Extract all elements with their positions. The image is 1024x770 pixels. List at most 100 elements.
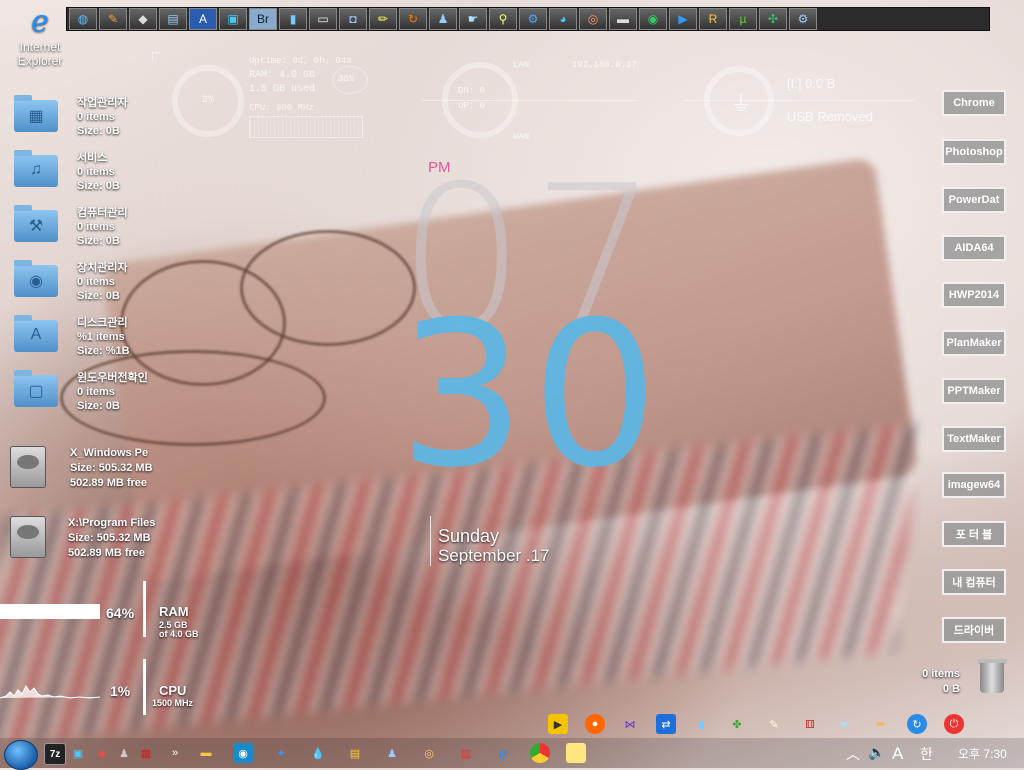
orange-app-icon[interactable]: ● (585, 714, 605, 734)
launch-my-computer-button[interactable]: 내 컴퓨터 (942, 569, 1006, 595)
cpu-label: CPU (159, 683, 187, 698)
folder-info: 윈도우버전확인 0 items Size: 0B (77, 371, 148, 413)
internet-explorer-shortcut[interactable]: e Internet Explorer (12, 4, 68, 68)
folder-icon: A (14, 315, 58, 352)
notes-taskbar-icon[interactable] (566, 743, 586, 763)
cd-icon[interactable]: ◎ (419, 743, 439, 763)
monitor-icon[interactable]: ◘ (339, 8, 367, 30)
capture-app-icon[interactable]: ◉ (233, 743, 253, 763)
pot-player-icon[interactable]: ▶ (548, 714, 568, 734)
ie-taskbar-icon[interactable]: e (493, 743, 513, 763)
clock-date: September .17 (438, 546, 550, 565)
notepad-icon[interactable]: ✎ (764, 714, 784, 734)
pencil-icon[interactable]: ✏ (369, 8, 397, 30)
refresh-icon[interactable]: ↻ (399, 8, 427, 30)
folder-computer-management[interactable]: ⚒ 컴퓨터관리 0 items Size: 0B (14, 205, 214, 254)
globe-icon[interactable]: ◍ (69, 8, 97, 30)
drop-icon[interactable]: 💧 (308, 743, 328, 763)
br-icon[interactable]: Br (249, 8, 277, 30)
settings-pc-icon[interactable]: ⚙ (789, 8, 817, 30)
folder-name: 작업관리자 (77, 97, 128, 109)
hud-bracket-line (152, 52, 153, 60)
bowtie-icon[interactable]: ⋈ (620, 714, 640, 734)
folder-items: 0 items (77, 111, 115, 123)
red-grid-icon[interactable]: ▦ (136, 743, 156, 763)
upload-text: UP: 0 (458, 101, 486, 111)
green-swirl-icon[interactable]: ◉ (639, 8, 667, 30)
recycle-bin[interactable] (976, 657, 1008, 695)
earth-icon[interactable]: ◕ (549, 8, 577, 30)
users-icon[interactable]: ♟ (429, 8, 457, 30)
chrome-taskbar-icon[interactable] (530, 743, 550, 763)
molecule-icon[interactable]: ✤ (727, 714, 747, 734)
app-a-icon[interactable]: A (189, 8, 217, 30)
show-hidden-icons-arrow[interactable]: ︿ (846, 744, 860, 764)
brush-icon[interactable]: ✎ (99, 8, 127, 30)
system-hud: 2% Uptime: 0d, 0h, 04m RAM: 4.0 GB 1.5 G… (152, 52, 372, 152)
pen-icon[interactable]: ✏ (871, 714, 891, 734)
usb-stick-icon[interactable]: ▬ (609, 8, 637, 30)
dice-icon[interactable]: ⚅ (800, 714, 820, 734)
disk-icon[interactable]: ◎ (579, 8, 607, 30)
grid-dots-icon[interactable]: ✣ (759, 8, 787, 30)
book-icon[interactable]: ▮ (279, 8, 307, 30)
launch-planmaker-button[interactable]: PlanMaker (942, 330, 1006, 356)
blue-refresh-icon[interactable]: ↻ (907, 714, 927, 734)
launch-hwp2014-button[interactable]: HWP2014 (942, 282, 1006, 308)
network-icon[interactable]: ▤ (159, 8, 187, 30)
picture-icon[interactable]: ▨ (456, 743, 476, 763)
cube-icon[interactable]: ▣ (219, 8, 247, 30)
folder-name: 윈도우버전확인 (77, 372, 148, 384)
launch-photoshop-button[interactable]: Photoshop (942, 139, 1006, 165)
r-icon[interactable]: R (699, 8, 727, 30)
player-icon[interactable]: ▶ (669, 8, 697, 30)
network-tool-icon[interactable]: ◈ (92, 743, 112, 763)
archive-icon[interactable]: ▤ (345, 743, 365, 763)
taskbar-clock[interactable]: 오후 7:30 (958, 745, 1007, 762)
printer-icon[interactable]: ▭ (309, 8, 337, 30)
sevenzip-icon[interactable]: 7z (44, 743, 66, 765)
people-icon[interactable]: ♟ (382, 743, 402, 763)
launch-chrome-button[interactable]: Chrome (942, 90, 1006, 116)
magnifier-icon[interactable]: ⚲ (489, 8, 517, 30)
power-icon[interactable]: ⏻ (944, 714, 964, 734)
drive-info: X_Windows Pe Size: 505.32 MB 502.89 MB f… (70, 446, 153, 491)
launch-portable-button[interactable]: 포 터 블 (942, 521, 1006, 547)
folder-items: %1 items (77, 331, 125, 343)
launch-aida64-button[interactable]: AIDA64 (942, 235, 1006, 261)
volume-icon[interactable]: 🔈 (868, 744, 885, 761)
launch-drivers-button[interactable]: 드라이버 (942, 617, 1006, 643)
cpu-graph (0, 685, 100, 699)
drive-program-files[interactable]: X:\Program Files Size: 505.32 MB 502.89 … (10, 516, 250, 564)
language-indicator[interactable]: A (892, 744, 903, 764)
cube-app-icon[interactable]: ▣ (68, 743, 88, 763)
launch-imagew64-button[interactable]: imagew64 (942, 472, 1006, 498)
ram-total-text: RAM: 4.0 GB (249, 70, 316, 81)
swirl-app-icon[interactable]: ✦ (271, 743, 291, 763)
folder-services[interactable]: ♫ 서비스 0 items Size: 0B (14, 150, 214, 199)
eraser-icon[interactable]: ◆ (129, 8, 157, 30)
taskbar-chevron[interactable]: » (165, 743, 185, 763)
drive-windows-pe[interactable]: X_Windows Pe Size: 505.32 MB 502.89 MB f… (10, 446, 250, 494)
gear-icon[interactable]: ⚙ (519, 8, 547, 30)
cpu-ring-percent: 2% (202, 95, 215, 106)
hand-icon[interactable]: ☛ (459, 8, 487, 30)
utorrent-icon[interactable]: µ (729, 8, 757, 30)
folder-windows-version[interactable]: ▢ 윈도우버전확인 0 items Size: 0B (14, 370, 214, 419)
user-tool-icon[interactable]: ♟ (114, 743, 134, 763)
folder-disk-management[interactable]: A 디스크관리 %1 items Size: %1B (14, 315, 214, 364)
explorer-folder-icon[interactable]: ▬ (196, 743, 216, 763)
start-button[interactable] (4, 740, 38, 770)
folder-items: 0 items (77, 276, 115, 288)
ime-indicator[interactable]: 한 (920, 744, 933, 764)
launch-textmaker-button[interactable]: TextMaker (942, 426, 1006, 452)
folder-items: 0 items (77, 166, 115, 178)
folder-icon: ♫ (14, 150, 58, 187)
folder-device-manager[interactable]: ◉ 장치관리자 0 items Size: 0B (14, 260, 214, 309)
launch-pptmaker-button[interactable]: PPTMaker (942, 378, 1006, 404)
folder-icon: ⚒ (14, 205, 58, 242)
launch-powerdat-button[interactable]: PowerDat (942, 187, 1006, 213)
pointer-hand-icon[interactable]: ☛ (835, 714, 855, 734)
bottle-icon[interactable]: ▮ (692, 714, 712, 734)
teamviewer-icon[interactable]: ⇄ (656, 714, 676, 734)
